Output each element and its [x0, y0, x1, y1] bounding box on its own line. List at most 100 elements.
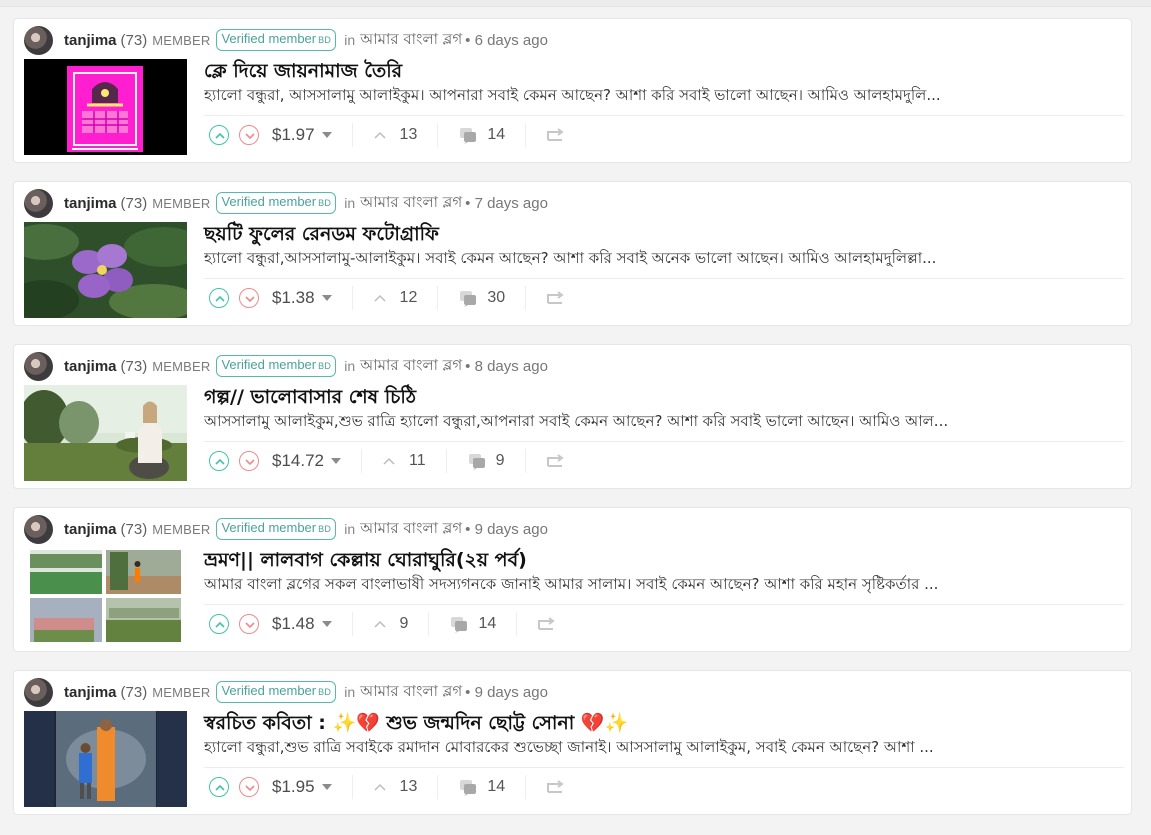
post-excerpt[interactable]: হ্যালো বন্ধুরা,আসসালামু-আলাইকুম। সবাই কে… — [204, 247, 1125, 272]
caret-down-icon — [321, 784, 332, 790]
post-card[interactable]: tanjima (73) MEMBER Verified member BD in… — [13, 344, 1132, 489]
upvote-button[interactable] — [209, 288, 229, 308]
reblog-button[interactable] — [537, 617, 555, 631]
reputation: (73) — [120, 683, 148, 701]
post-card[interactable]: tanjima (73) MEMBER Verified member BD in… — [13, 670, 1132, 815]
separator — [525, 286, 527, 310]
avatar[interactable] — [24, 514, 53, 544]
chevron-up-icon — [374, 131, 386, 139]
community-link[interactable]: আমার বাংলা ব্লগ — [360, 28, 462, 53]
downvote-button[interactable] — [239, 288, 259, 308]
verified-badge-suffix: BD — [318, 198, 332, 208]
divider — [204, 278, 1124, 279]
community-link[interactable]: আমার বাংলা ব্লগ — [360, 354, 462, 379]
member-label: MEMBER — [152, 521, 211, 537]
member-label: MEMBER — [152, 358, 211, 374]
author-name[interactable]: tanjima — [64, 32, 117, 49]
downvote-button[interactable] — [239, 614, 259, 634]
downvote-button[interactable] — [239, 125, 259, 145]
reblog-button[interactable] — [546, 780, 564, 794]
post-excerpt[interactable]: হ্যালো বন্ধুরা, আসসালামু আলাইকুম। আপনারা… — [204, 84, 1125, 109]
separator — [524, 449, 526, 473]
votes-count[interactable]: 11 — [382, 452, 426, 470]
votes-count[interactable]: 13 — [373, 778, 418, 796]
post-thumbnail[interactable] — [24, 59, 187, 155]
avatar[interactable] — [24, 25, 53, 55]
post-card[interactable]: tanjima (73) MEMBER Verified member BD in… — [13, 507, 1132, 652]
payout[interactable]: $14.72 — [272, 451, 341, 471]
comments-count[interactable]: 14 — [449, 615, 496, 633]
downvote-button[interactable] — [239, 777, 259, 797]
post-actions: $14.72 11 9 — [209, 448, 564, 474]
separator — [437, 123, 439, 147]
post-time: • 7 days ago — [465, 194, 548, 212]
reputation: (73) — [120, 194, 148, 212]
author-name[interactable]: tanjima — [64, 195, 117, 212]
comments-value: 14 — [478, 615, 497, 632]
community-link[interactable]: আমার বাংলা ব্লগ — [360, 191, 462, 216]
verified-badge-text: Verified member — [221, 194, 317, 209]
avatar[interactable] — [24, 677, 53, 707]
payout[interactable]: $1.95 — [272, 777, 332, 797]
verified-badge: Verified member BD — [216, 355, 337, 377]
comments-count[interactable]: 14 — [458, 126, 505, 144]
divider — [204, 767, 1124, 768]
chevron-up-icon — [383, 457, 395, 465]
author-name[interactable]: tanjima — [64, 684, 117, 701]
community-link[interactable]: আমার বাংলা ব্লগ — [360, 517, 462, 542]
payout[interactable]: $1.38 — [272, 288, 332, 308]
post-thumbnail[interactable] — [24, 711, 187, 807]
reblog-button[interactable] — [546, 454, 564, 468]
reblog-button[interactable] — [546, 128, 564, 142]
post-meta: tanjima (73) MEMBER Verified member BD in… — [24, 188, 548, 218]
post-thumbnail[interactable] — [24, 385, 187, 481]
chevron-down-icon — [245, 133, 255, 140]
avatar[interactable] — [24, 351, 53, 381]
reputation: (73) — [120, 520, 148, 538]
post-actions: $1.48 9 14 — [209, 611, 555, 637]
downvote-button[interactable] — [239, 451, 259, 471]
post-excerpt[interactable]: হ্যালো বন্ধুরা,শুভ রাত্রি সবাইকে রমাদান … — [204, 736, 1125, 761]
chevron-up-icon — [374, 294, 386, 302]
post-time: • 9 days ago — [465, 520, 548, 538]
upvote-button[interactable] — [209, 614, 229, 634]
verified-badge-text: Verified member — [221, 357, 317, 372]
author-name[interactable]: tanjima — [64, 521, 117, 538]
divider — [204, 441, 1124, 442]
votes-count[interactable]: 13 — [373, 126, 417, 144]
post-card[interactable]: tanjima (73) MEMBER Verified member BD in… — [13, 18, 1132, 163]
comments-count[interactable]: 9 — [467, 452, 505, 470]
post-time: • 8 days ago — [465, 357, 548, 375]
post-card[interactable]: tanjima (73) MEMBER Verified member BD in… — [13, 181, 1132, 326]
upvote-button[interactable] — [209, 125, 229, 145]
upvote-button[interactable] — [209, 451, 229, 471]
divider — [204, 604, 1124, 605]
payout-value: $1.97 — [272, 125, 315, 144]
payout[interactable]: $1.48 — [272, 614, 332, 634]
votes-count[interactable]: 9 — [373, 615, 409, 633]
post-meta: tanjima (73) MEMBER Verified member BD in… — [24, 677, 548, 707]
post-thumbnail[interactable] — [24, 548, 187, 644]
comment-bubble-icon — [468, 454, 485, 470]
author-name[interactable]: tanjima — [64, 358, 117, 375]
separator — [351, 286, 353, 310]
payout[interactable]: $1.97 — [272, 125, 332, 145]
post-excerpt[interactable]: আসসালামু আলাইকুম,শুভ রাত্রি হ্যালো বন্ধু… — [204, 410, 1125, 435]
post-thumbnail[interactable] — [24, 222, 187, 318]
separator — [437, 775, 439, 799]
payout-value: $1.95 — [272, 777, 315, 796]
reblog-icon — [547, 128, 564, 141]
upvote-button[interactable] — [209, 777, 229, 797]
post-excerpt[interactable]: আমার বাংলা ব্লগের সকল বাংলাভাষী সদস্যগনক… — [204, 573, 1125, 598]
comment-bubble-icon — [460, 780, 477, 796]
comments-count[interactable]: 14 — [458, 778, 505, 796]
avatar[interactable] — [24, 188, 53, 218]
votes-value: 9 — [399, 615, 409, 632]
comment-bubble-icon — [451, 617, 468, 633]
reblog-button[interactable] — [546, 291, 564, 305]
votes-value: 13 — [399, 778, 418, 795]
votes-count[interactable]: 12 — [373, 289, 417, 307]
verified-badge-suffix: BD — [318, 361, 332, 371]
comments-count[interactable]: 30 — [458, 289, 505, 307]
community-link[interactable]: আমার বাংলা ব্লগ — [360, 680, 462, 705]
